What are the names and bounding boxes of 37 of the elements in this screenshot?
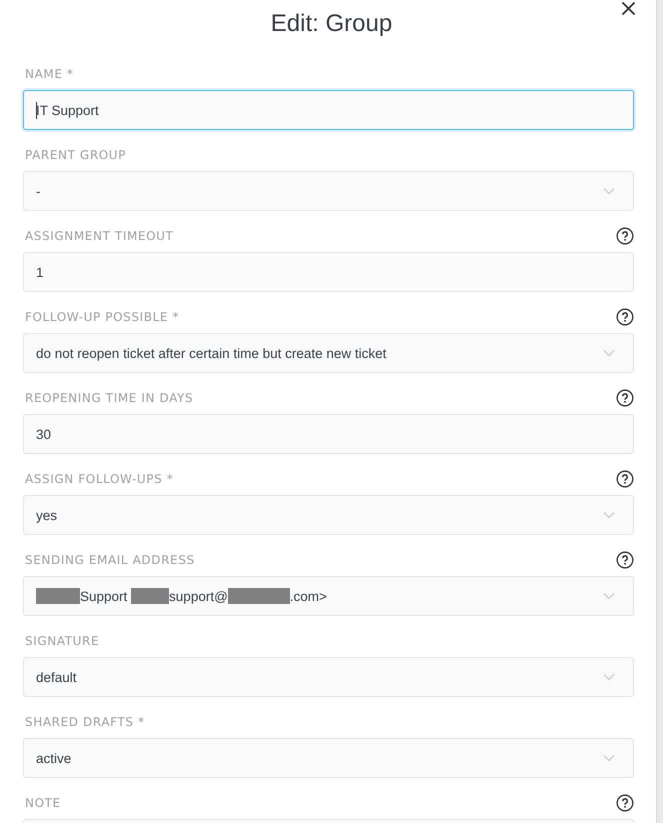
select-field[interactable]: default: [23, 657, 634, 697]
chevron-down-icon: [603, 349, 615, 357]
select-field[interactable]: do not reopen ticket after certain time but create new ticket: [23, 333, 634, 373]
field-label: FOLLOW-UP POSSIBLE *: [25, 310, 180, 324]
select-field[interactable]: yes: [23, 495, 634, 535]
help-icon[interactable]: [616, 470, 634, 488]
input-field[interactable]: 1: [23, 252, 634, 292]
help-icon[interactable]: [616, 794, 634, 812]
field-label: ASSIGN FOLLOW-UPS *: [25, 472, 174, 486]
field-label: PARENT GROUP: [25, 148, 126, 162]
field-label: SHARED DRAFTS *: [25, 715, 145, 729]
dialog-title: Edit: Group: [270, 10, 392, 38]
chevron-down-icon: [603, 673, 615, 681]
scrollbar[interactable]: [656, 0, 663, 823]
input-field[interactable]: IT Support: [23, 90, 634, 130]
field-label: SENDING EMAIL ADDRESS: [25, 553, 195, 567]
field-label: ASSIGNMENT TIMEOUT: [25, 229, 174, 243]
close-icon[interactable]: [621, 1, 636, 16]
chevron-down-icon: [603, 511, 615, 519]
redaction-block: [36, 588, 80, 604]
input-field[interactable]: 30: [23, 414, 634, 454]
chevron-down-icon: [603, 754, 615, 762]
help-icon[interactable]: [616, 308, 634, 326]
field-label: REOPENING TIME IN DAYS: [25, 391, 194, 405]
chevron-down-icon: [603, 592, 615, 600]
chevron-down-icon: [603, 187, 615, 195]
field-label: NOTE: [25, 796, 61, 810]
select-field[interactable]: active: [23, 738, 634, 778]
redaction-block: [228, 588, 290, 604]
field-label: NAME *: [25, 67, 74, 81]
help-icon[interactable]: [616, 227, 634, 245]
help-icon[interactable]: [616, 389, 634, 407]
select-field[interactable]: Support support@ .com>: [23, 576, 634, 616]
select-field[interactable]: -: [23, 171, 634, 211]
help-icon[interactable]: [616, 551, 634, 569]
redaction-block: [131, 588, 170, 604]
field-label: SIGNATURE: [25, 634, 100, 648]
